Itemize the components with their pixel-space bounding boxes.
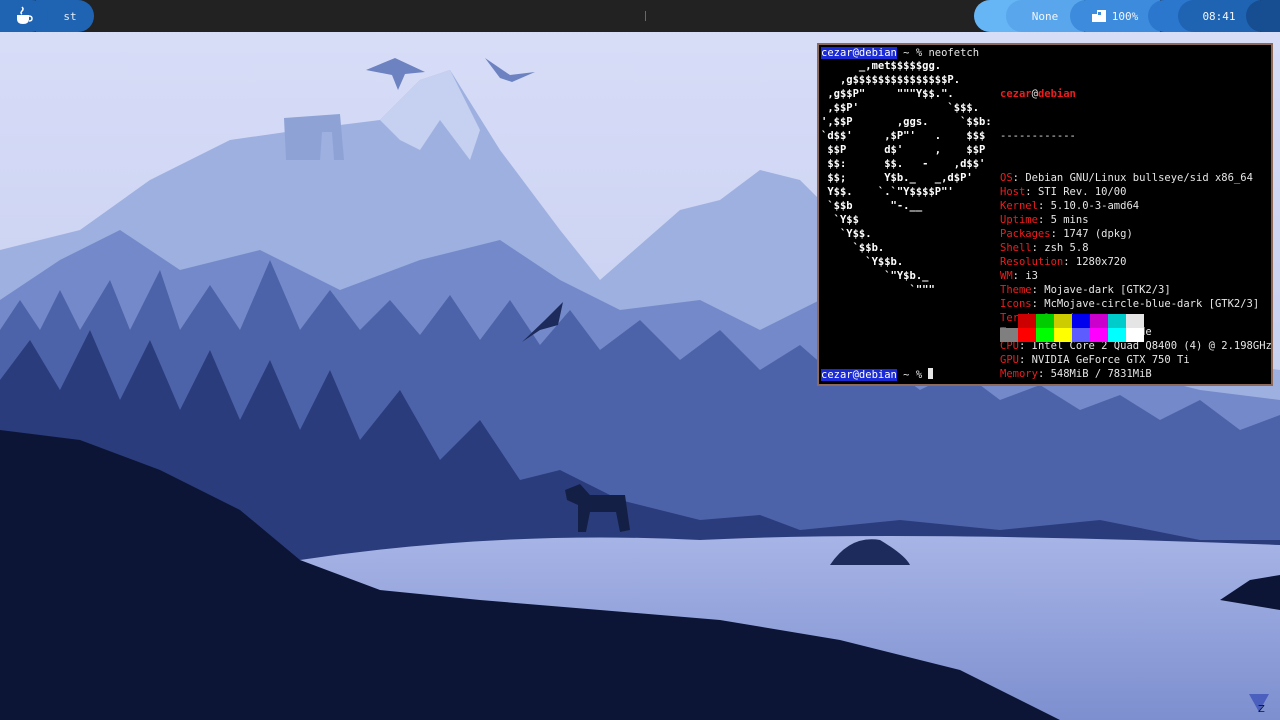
info-key: OS xyxy=(1000,172,1013,184)
text-cursor xyxy=(928,368,934,379)
palette-swatch xyxy=(1126,328,1144,342)
info-host: debian xyxy=(1037,88,1076,100)
palette-swatch xyxy=(1036,328,1054,342)
prompt-line: cezar@debian ~ % neofetch xyxy=(821,46,979,60)
info-value: 5.10.0-3-amd64 xyxy=(1050,200,1140,212)
workspace-label: st xyxy=(63,9,77,23)
info-row: Theme: Mojave-dark [GTK2/3] xyxy=(1000,284,1171,296)
prompt-path: ~ % xyxy=(896,369,929,381)
ascii-line: $$P d$' , $$P xyxy=(821,144,986,156)
ascii-line: $$: $$. - ,d$$' xyxy=(821,158,986,170)
info-key: Host xyxy=(1000,186,1026,198)
info-key: Resolution xyxy=(1000,256,1064,268)
info-row: Resolution: 1280x720 xyxy=(1000,256,1127,268)
palette-swatch xyxy=(1072,314,1090,328)
info-value: NVIDIA GeForce GTX 750 Ti xyxy=(1031,354,1190,366)
ascii-line: ',$$P ,ggs. `$$b: xyxy=(821,116,992,128)
palette-swatch xyxy=(1126,314,1144,328)
bar-segment xyxy=(1246,0,1280,32)
info-row: WM: i3 xyxy=(1000,270,1038,282)
i3-logo-icon: Z xyxy=(1249,694,1269,715)
command: neofetch xyxy=(928,47,980,59)
coffee-cup-icon xyxy=(17,6,33,24)
info-value: 1280x720 xyxy=(1075,256,1127,268)
palette-swatch xyxy=(1000,328,1018,342)
ascii-line: Y$$. `.`"Y$$$$P"' xyxy=(821,186,954,198)
palette-swatch xyxy=(1090,328,1108,342)
info-row: Packages: 1747 (dpkg) xyxy=(1000,228,1133,240)
info-user: cezar xyxy=(1000,88,1032,100)
info-lines: OS: Debian GNU/Linux bullseye/sid x86_64… xyxy=(1000,171,1271,381)
ascii-line: `"Y$b._ xyxy=(821,270,929,282)
palette-swatch xyxy=(1090,314,1108,328)
palette-swatch xyxy=(1036,314,1054,328)
debian-ascii-logo: _,met$$$$$gg. ,g$$$$$$$$$$$$$$$P. ,g$$P"… xyxy=(821,59,992,297)
info-key: Shell xyxy=(1000,242,1032,254)
ascii-line: `""" xyxy=(821,284,935,296)
info-value: Debian GNU/Linux bullseye/sid x86_64 xyxy=(1025,172,1253,184)
info-value: STI Rev. 10/00 xyxy=(1037,186,1127,198)
info-row: Icons: McMojave-circle-blue-dark [GTK2/3… xyxy=(1000,298,1260,310)
palette-swatch xyxy=(1018,314,1036,328)
palette-swatch xyxy=(1072,328,1090,342)
top-bar: st None 100% 08:41 xyxy=(0,0,1280,32)
info-separator: ------------ xyxy=(1000,130,1076,142)
info-value: i3 xyxy=(1025,270,1038,282)
ascii-line: `Y$$ xyxy=(821,214,859,226)
volume-indicator[interactable]: 100% xyxy=(1070,0,1160,32)
info-row: Shell: zsh 5.8 xyxy=(1000,242,1089,254)
prompt-user: cezar@debian xyxy=(821,369,897,381)
status-none-label: None xyxy=(1031,9,1059,23)
prompt-user: cezar@debian xyxy=(821,47,897,59)
svg-text:Z: Z xyxy=(1258,704,1265,715)
info-row: Memory: 548MiB / 7831MiB xyxy=(1000,368,1152,380)
ascii-line: `d$$' ,$P"' . $$$ xyxy=(821,130,986,142)
volume-value: 100% xyxy=(1111,9,1139,23)
ascii-line: $$; Y$b._ _,d$P' xyxy=(821,172,973,184)
clock-time: 08:41 xyxy=(1202,9,1236,23)
info-key: Uptime xyxy=(1000,214,1038,226)
info-value: 548MiB / 7831MiB xyxy=(1050,368,1152,380)
ascii-line: `Y$$. xyxy=(821,228,872,240)
info-value: zsh 5.8 xyxy=(1044,242,1089,254)
window-title-marker xyxy=(644,0,646,32)
info-row: Host: STI Rev. 10/00 xyxy=(1000,186,1127,198)
palette-swatch xyxy=(1108,314,1126,328)
info-key: Icons xyxy=(1000,298,1032,310)
ascii-line: _,met$$$$$gg. xyxy=(821,60,942,72)
volume-icon xyxy=(1091,10,1106,22)
info-key: WM xyxy=(1000,270,1013,282)
color-palette xyxy=(1000,314,1145,342)
ascii-line: ,g$$$$$$$$$$$$$$$P. xyxy=(821,74,961,86)
info-value: Mojave-dark [GTK2/3] xyxy=(1044,284,1171,296)
app-launcher-button[interactable] xyxy=(0,0,48,32)
info-key: Packages xyxy=(1000,228,1051,240)
info-key: Memory xyxy=(1000,368,1038,380)
info-key: Theme xyxy=(1000,284,1032,296)
ascii-line: `$$b. xyxy=(821,242,885,254)
info-row: OS: Debian GNU/Linux bullseye/sid x86_64 xyxy=(1000,172,1253,184)
palette-swatch xyxy=(1108,328,1126,342)
info-row: GPU: NVIDIA GeForce GTX 750 Ti xyxy=(1000,354,1190,366)
info-value: 1747 (dpkg) xyxy=(1063,228,1133,240)
info-title: cezar@debian xyxy=(1000,87,1271,101)
terminal-window[interactable]: cezar@debian ~ % neofetch _,met$$$$$gg. … xyxy=(817,43,1273,386)
info-value: 5 mins xyxy=(1050,214,1089,226)
ascii-line: ,g$$P" """Y$$.". xyxy=(821,88,954,100)
info-value: McMojave-circle-blue-dark [GTK2/3] xyxy=(1044,298,1260,310)
info-key: GPU xyxy=(1000,354,1019,366)
ascii-line: `Y$$b. xyxy=(821,256,904,268)
info-row: Kernel: 5.10.0-3-amd64 xyxy=(1000,200,1140,212)
ascii-line: ,$$P' `$$$. xyxy=(821,102,980,114)
palette-swatch xyxy=(1018,328,1036,342)
prompt-line-current[interactable]: cezar@debian ~ % xyxy=(821,368,934,382)
palette-swatch xyxy=(1054,314,1072,328)
ascii-line: `$$b "-.__ xyxy=(821,200,923,212)
info-key: Kernel xyxy=(1000,200,1038,212)
info-row: Uptime: 5 mins xyxy=(1000,214,1089,226)
prompt-path: ~ % xyxy=(896,47,929,59)
palette-swatch xyxy=(1054,328,1072,342)
ruins xyxy=(284,114,344,160)
